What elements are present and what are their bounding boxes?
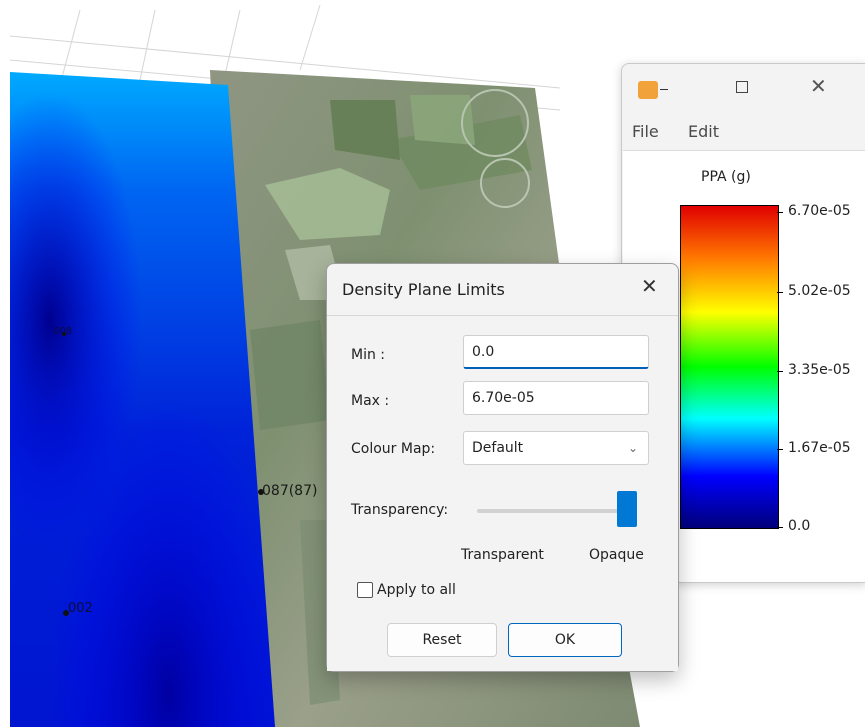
slider-min-label: Transparent [461, 547, 544, 563]
min-input[interactable]: 0.0 [463, 335, 649, 369]
tick-mark [777, 292, 783, 293]
transparency-slider-thumb[interactable] [617, 491, 637, 527]
menu-edit[interactable]: Edit [688, 122, 719, 141]
window-close-button[interactable]: ✕ [810, 74, 827, 98]
transparency-label: Transparency: [351, 502, 449, 518]
point-label-002: 002 [68, 601, 93, 616]
apply-to-all-checkbox[interactable] [357, 582, 373, 598]
colour-map-select[interactable]: Default ⌄ [463, 431, 649, 465]
app-icon [638, 81, 668, 99]
tick-label-max: 6.70e-05 [788, 203, 851, 219]
dialog-title: Density Plane Limits [342, 280, 505, 299]
color-scale-bar [680, 205, 779, 529]
max-input[interactable]: 6.70e-05 [463, 381, 649, 415]
transparency-slider-track[interactable] [477, 509, 637, 513]
tick-mark [777, 212, 783, 213]
tick-label: 1.67e-05 [788, 440, 851, 456]
tick-mark [777, 449, 783, 450]
tick-mark [777, 527, 783, 528]
apply-to-all-label: Apply to all [377, 582, 456, 598]
tick-mark [777, 371, 783, 372]
density-plane-limits-dialog: Density Plane Limits ✕ Min : 0.0 Max : 6… [326, 263, 679, 672]
maximize-button[interactable] [736, 81, 748, 93]
min-label: Min : [351, 347, 386, 363]
ok-button[interactable]: OK [508, 623, 622, 657]
dialog-close-button[interactable]: ✕ [641, 274, 658, 298]
menu-file[interactable]: File [632, 122, 659, 141]
window-titlebar[interactable]: ✕ [622, 64, 865, 114]
dialog-body: Min : 0.0 Max : 6.70e-05 Colour Map: Def… [327, 315, 678, 671]
chevron-down-icon: ⌄ [627, 441, 638, 455]
tick-label: 3.35e-05 [788, 362, 851, 378]
colour-map-label: Colour Map: [351, 441, 436, 457]
legend-title: PPA (g) [701, 169, 751, 185]
point-label-008: 008 [53, 326, 73, 337]
max-label: Max : [351, 393, 390, 409]
slider-max-label: Opaque [589, 547, 644, 563]
tick-label: 5.02e-05 [788, 283, 851, 299]
colour-map-value: Default [472, 440, 524, 456]
tick-label-min: 0.0 [788, 518, 811, 534]
point-label-087: 087(87) [262, 483, 318, 499]
reset-button[interactable]: Reset [387, 623, 497, 657]
